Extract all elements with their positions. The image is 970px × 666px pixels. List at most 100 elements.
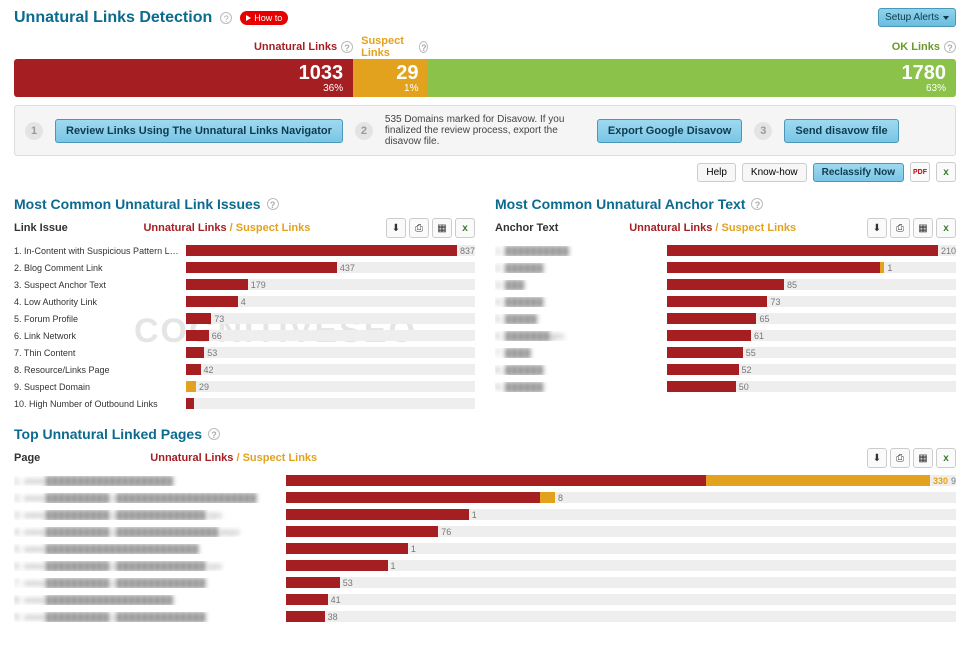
bar-value: 55 [746,348,756,358]
bar-value: 437 [340,263,355,273]
chart-row[interactable]: 3. www.██████████.c██████████████.spx1 [14,506,956,523]
bar-unnatural [186,245,457,256]
reclassify-button[interactable]: Reclassify Now [813,163,904,182]
grid-icon[interactable]: ▦ [913,218,933,238]
send-disavow-button[interactable]: Send disavow file [784,119,898,143]
help-icon[interactable]: ? [751,198,763,210]
chart-row[interactable]: 4. ██████73 [495,293,956,310]
grid-icon[interactable]: ▦ [913,448,933,468]
bar-suspect [540,492,555,503]
chart-row[interactable]: 7. Thin Content53 [14,344,475,361]
chart-row[interactable]: 6. ███████ges61 [495,327,956,344]
bar-value: 837 [460,246,475,256]
chart-row[interactable]: 2. ██████1 [495,259,956,276]
chart-row[interactable]: 9. ██████50 [495,378,956,395]
download-icon[interactable]: ⬇ [867,448,887,468]
summary-suspect-label: Suspect Links [361,35,415,59]
chart-row[interactable]: 2. Blog Comment Link437 [14,259,475,276]
bar-suspect [880,262,884,273]
excel-export-icon[interactable]: x [455,218,475,238]
bar-unnatural [286,611,325,622]
chart-row[interactable]: 1. www.████████████████████3309 [14,472,956,489]
help-icon[interactable]: ? [220,12,232,24]
print-icon[interactable]: ⎙ [890,218,910,238]
chart-row[interactable]: 5. Forum Profile73 [14,310,475,327]
chart-bar-track: 50 [667,381,956,392]
bar-unnatural [286,543,408,554]
help-button[interactable]: Help [697,163,736,182]
howto-button[interactable]: How to [240,11,288,25]
chart-bar-track: 53 [286,577,956,588]
help-icon[interactable]: ? [419,41,428,53]
bar-value: 50 [739,382,749,392]
issues-section: Most Common Unnatural Link Issues? Link … [14,196,475,412]
summary-seg-suspect[interactable]: 291% [353,59,428,97]
bar-value: 73 [770,297,780,307]
chart-row-label: 1. www.████████████████████ [14,476,284,486]
chart-row[interactable]: 8. www.████████████████████41 [14,591,956,608]
knowhow-button[interactable]: Know-how [742,163,807,182]
chart-row[interactable]: 6. Link Network66 [14,327,475,344]
step-1-badge: 1 [25,122,43,140]
chart-row-label: 7. Thin Content [14,348,184,358]
pages-chart: 1. www.████████████████████3309 2. www.██… [14,472,956,625]
chart-row[interactable]: 2. www.██████████.c█████████████████████… [14,489,956,506]
chart-row[interactable]: 9. www.██████████.c██████████████38 [14,608,956,625]
setup-alerts-button[interactable]: Setup Alerts [878,8,956,27]
print-icon[interactable]: ⎙ [890,448,910,468]
bar-unnatural [186,313,211,324]
print-icon[interactable]: ⎙ [409,218,429,238]
chart-row[interactable]: 7. www.██████████.c██████████████53 [14,574,956,591]
help-icon[interactable]: ? [208,428,220,440]
action-panel: 1 Review Links Using The Unnatural Links… [14,105,956,156]
chart-row[interactable]: 3. ███85 [495,276,956,293]
chart-bar-track: 61 [667,330,956,341]
help-icon[interactable]: ? [341,41,353,53]
chart-bar-track: 437 [186,262,475,273]
pdf-export-icon[interactable]: PDF [910,162,930,182]
chart-row[interactable]: 6. www.██████████.c██████████████.spx1 [14,557,956,574]
chart-row[interactable]: 7. ████55 [495,344,956,361]
chart-row-label: 2. www.██████████.c█████████████████████… [14,493,284,503]
help-icon[interactable]: ? [944,41,956,53]
issues-title: Most Common Unnatural Link Issues [14,196,261,212]
download-icon[interactable]: ⬇ [867,218,887,238]
chart-row[interactable]: 3. Suspect Anchor Text179 [14,276,475,293]
bar-value: 1 [472,510,477,520]
excel-export-icon[interactable]: x [936,162,956,182]
bar-unnatural [186,262,337,273]
chart-row[interactable]: 1. ██████████210 [495,242,956,259]
chart-row-label: 8. ██████ [495,365,665,375]
chart-row[interactable]: 5. www.████████████████████████1 [14,540,956,557]
chart-row[interactable]: 8. ██████52 [495,361,956,378]
bar-unnatural [186,364,201,375]
bar-unnatural [186,347,204,358]
grid-icon[interactable]: ▦ [432,218,452,238]
bar-suspect [706,475,930,486]
excel-export-icon[interactable]: x [936,218,956,238]
review-links-button[interactable]: Review Links Using The Unnatural Links N… [55,119,343,143]
chart-bar-track: 837 [186,245,475,256]
chart-row[interactable]: 10. High Number of Outbound Links [14,395,475,412]
bar-value: 4 [241,297,246,307]
chart-row[interactable]: 4. Low Authority Link4 [14,293,475,310]
chart-row[interactable]: 8. Resource/Links Page42 [14,361,475,378]
chart-row[interactable]: 9. Suspect Domain29 [14,378,475,395]
help-icon[interactable]: ? [267,198,279,210]
chart-row[interactable]: 5. █████65 [495,310,956,327]
summary-seg-unnatural[interactable]: 103336% [14,59,353,97]
chart-bar-track: 179 [186,279,475,290]
bar-unnatural [667,279,784,290]
chart-row-label: 1. In-Content with Suspicious Pattern Li… [14,246,184,256]
page-title: Unnatural Links Detection [14,9,212,27]
excel-export-icon[interactable]: x [936,448,956,468]
bar-unnatural [667,245,938,256]
export-disavow-button[interactable]: Export Google Disavow [597,119,742,143]
summary-seg-ok[interactable]: 178063% [428,59,956,97]
bar-value: 1 [411,544,416,554]
chart-row[interactable]: 4. www.██████████.c████████████████.aspx… [14,523,956,540]
bar-unnatural [667,262,880,273]
bar-value: 210 [941,246,956,256]
chart-row[interactable]: 1. In-Content with Suspicious Pattern Li… [14,242,475,259]
download-icon[interactable]: ⬇ [386,218,406,238]
